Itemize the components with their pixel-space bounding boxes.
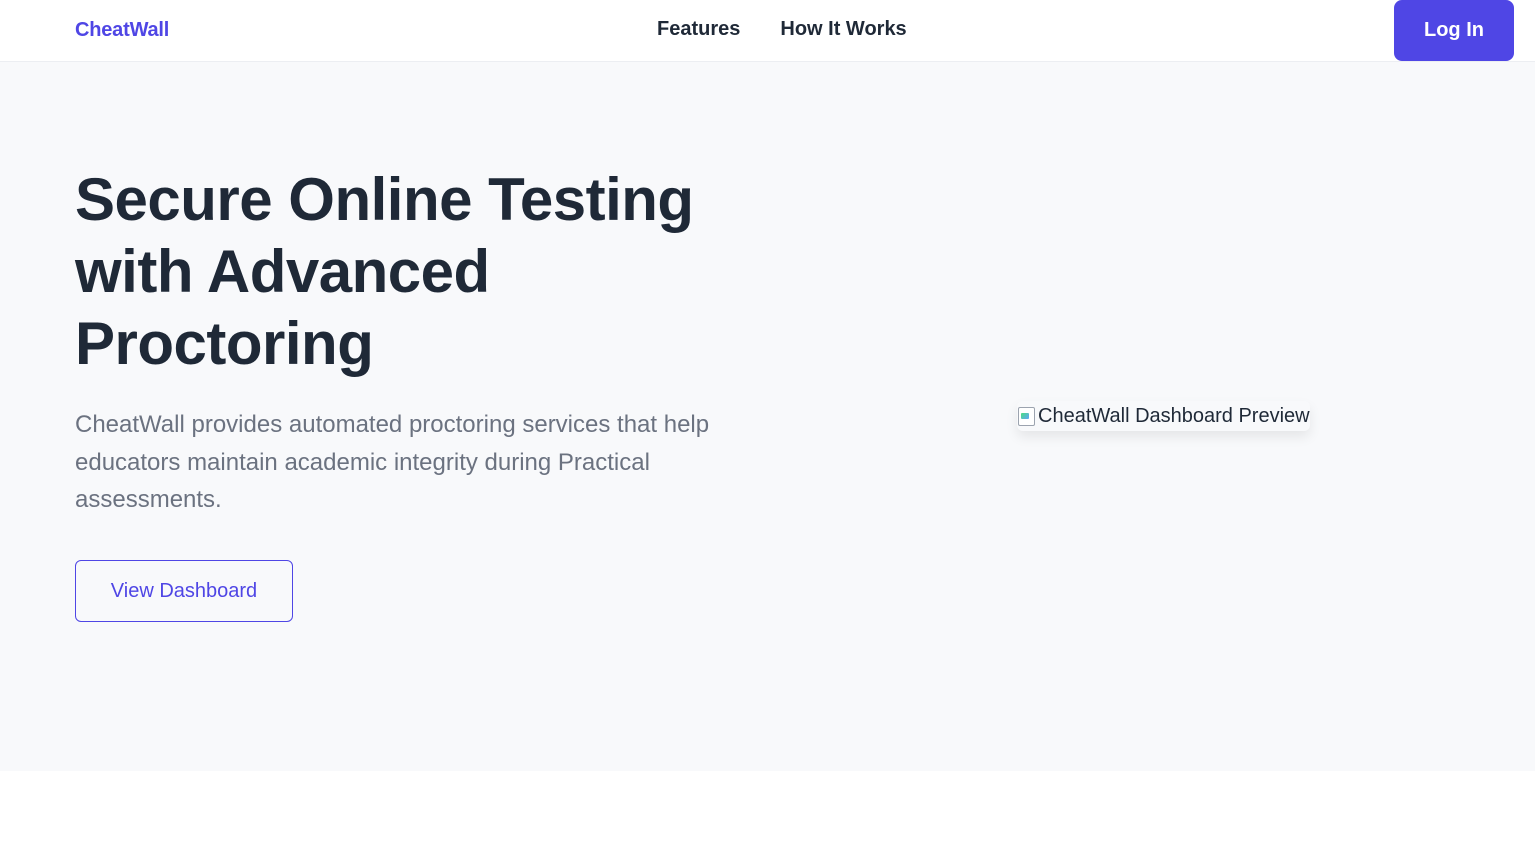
login-button[interactable]: Log In [1394, 0, 1514, 61]
broken-image-icon [1017, 405, 1037, 427]
nav-link-features[interactable]: Features [657, 18, 740, 41]
nav-link-how-it-works[interactable]: How It Works [780, 18, 906, 41]
hero-section: Secure Online Testing with Advanced Proc… [0, 62, 1535, 771]
top-navbar: CheatWall Features How It Works Log In [0, 0, 1535, 62]
hero-title: Secure Online Testing with Advanced Proc… [75, 166, 694, 377]
view-dashboard-button[interactable]: View Dashboard [75, 560, 293, 622]
logo[interactable]: CheatWall [75, 19, 169, 42]
nav-links: Features How It Works [657, 18, 907, 41]
dashboard-preview-image: CheatWall Dashboard Preview [1017, 401, 1310, 431]
dashboard-preview-alt-text: CheatWall Dashboard Preview [1038, 404, 1310, 427]
hero-description: CheatWall provides automated proctoring … [75, 411, 710, 513]
